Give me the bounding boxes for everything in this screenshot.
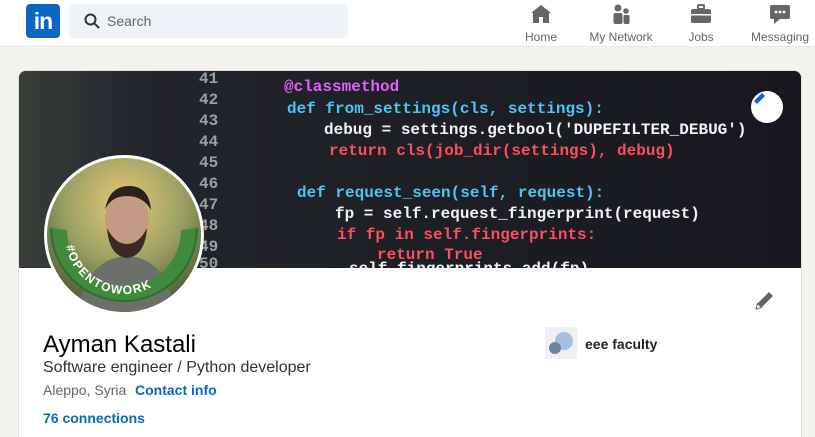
profile-headline: Software engineer / Python developer — [43, 359, 311, 376]
nav-my-network[interactable]: My Network — [588, 2, 654, 46]
search-input[interactable] — [107, 4, 337, 38]
search-box[interactable] — [69, 4, 348, 38]
linkedin-logo[interactable]: in — [26, 4, 60, 38]
code-line: fp = self.request_fingerprint(request) — [335, 205, 700, 223]
code-line-number: 46 — [199, 175, 218, 193]
edit-banner-button[interactable] — [751, 91, 783, 123]
contact-info-link[interactable]: Contact info — [135, 382, 217, 398]
code-line-number: 47 — [199, 196, 218, 214]
code-line: @classmethod — [284, 78, 399, 96]
chat-icon — [770, 5, 790, 24]
code-line-number: 43 — [199, 112, 218, 130]
code-line-number: 44 — [199, 133, 219, 151]
education-name[interactable]: eee faculty — [585, 336, 657, 352]
search-icon — [84, 13, 100, 29]
code-line: if fp in self.fingerprints: — [337, 226, 596, 244]
education-logo[interactable] — [545, 327, 577, 359]
pencil-icon — [753, 93, 765, 105]
top-navbar: in Home My Network Jobs — [0, 0, 815, 47]
school-logo-icon — [545, 327, 577, 359]
code-line: def request_seen(self, request): — [297, 184, 604, 202]
code-line-number: 50 — [199, 255, 218, 268]
connections-link[interactable]: 76 connections — [43, 410, 145, 426]
nav-home-label: Home — [524, 30, 557, 44]
code-line: debug = settings.getbool('DUPEFILTER_DEB… — [324, 121, 746, 139]
nav-home[interactable]: Home — [520, 2, 562, 46]
nav-my-network-label: My Network — [589, 30, 653, 44]
code-line-number: 41 — [199, 71, 218, 88]
code-line: return cls(job_dir(settings), debug) — [329, 142, 675, 160]
nav-messaging[interactable]: Messaging — [750, 2, 810, 46]
code-line-number: 45 — [199, 154, 218, 172]
code-line: def from_settings(cls, settings): — [287, 100, 604, 118]
profile-avatar[interactable]: #OPENTOWORK — [44, 155, 204, 315]
code-line-number: 42 — [199, 91, 218, 109]
nav-jobs-label: Jobs — [688, 30, 714, 44]
nav-jobs[interactable]: Jobs — [685, 2, 717, 46]
nav-messaging-label: Messaging — [750, 30, 810, 44]
edit-profile-button[interactable] — [753, 288, 777, 312]
profile-location: Aleppo, Syria — [43, 382, 127, 398]
home-icon — [531, 5, 551, 23]
briefcase-icon — [691, 4, 711, 23]
network-icon — [613, 4, 630, 24]
code-line: self.fingerprints.add(fp) — [349, 260, 589, 268]
avatar-photo: #OPENTOWORK — [47, 158, 201, 312]
profile-name: Ayman Kastali — [43, 331, 196, 358]
